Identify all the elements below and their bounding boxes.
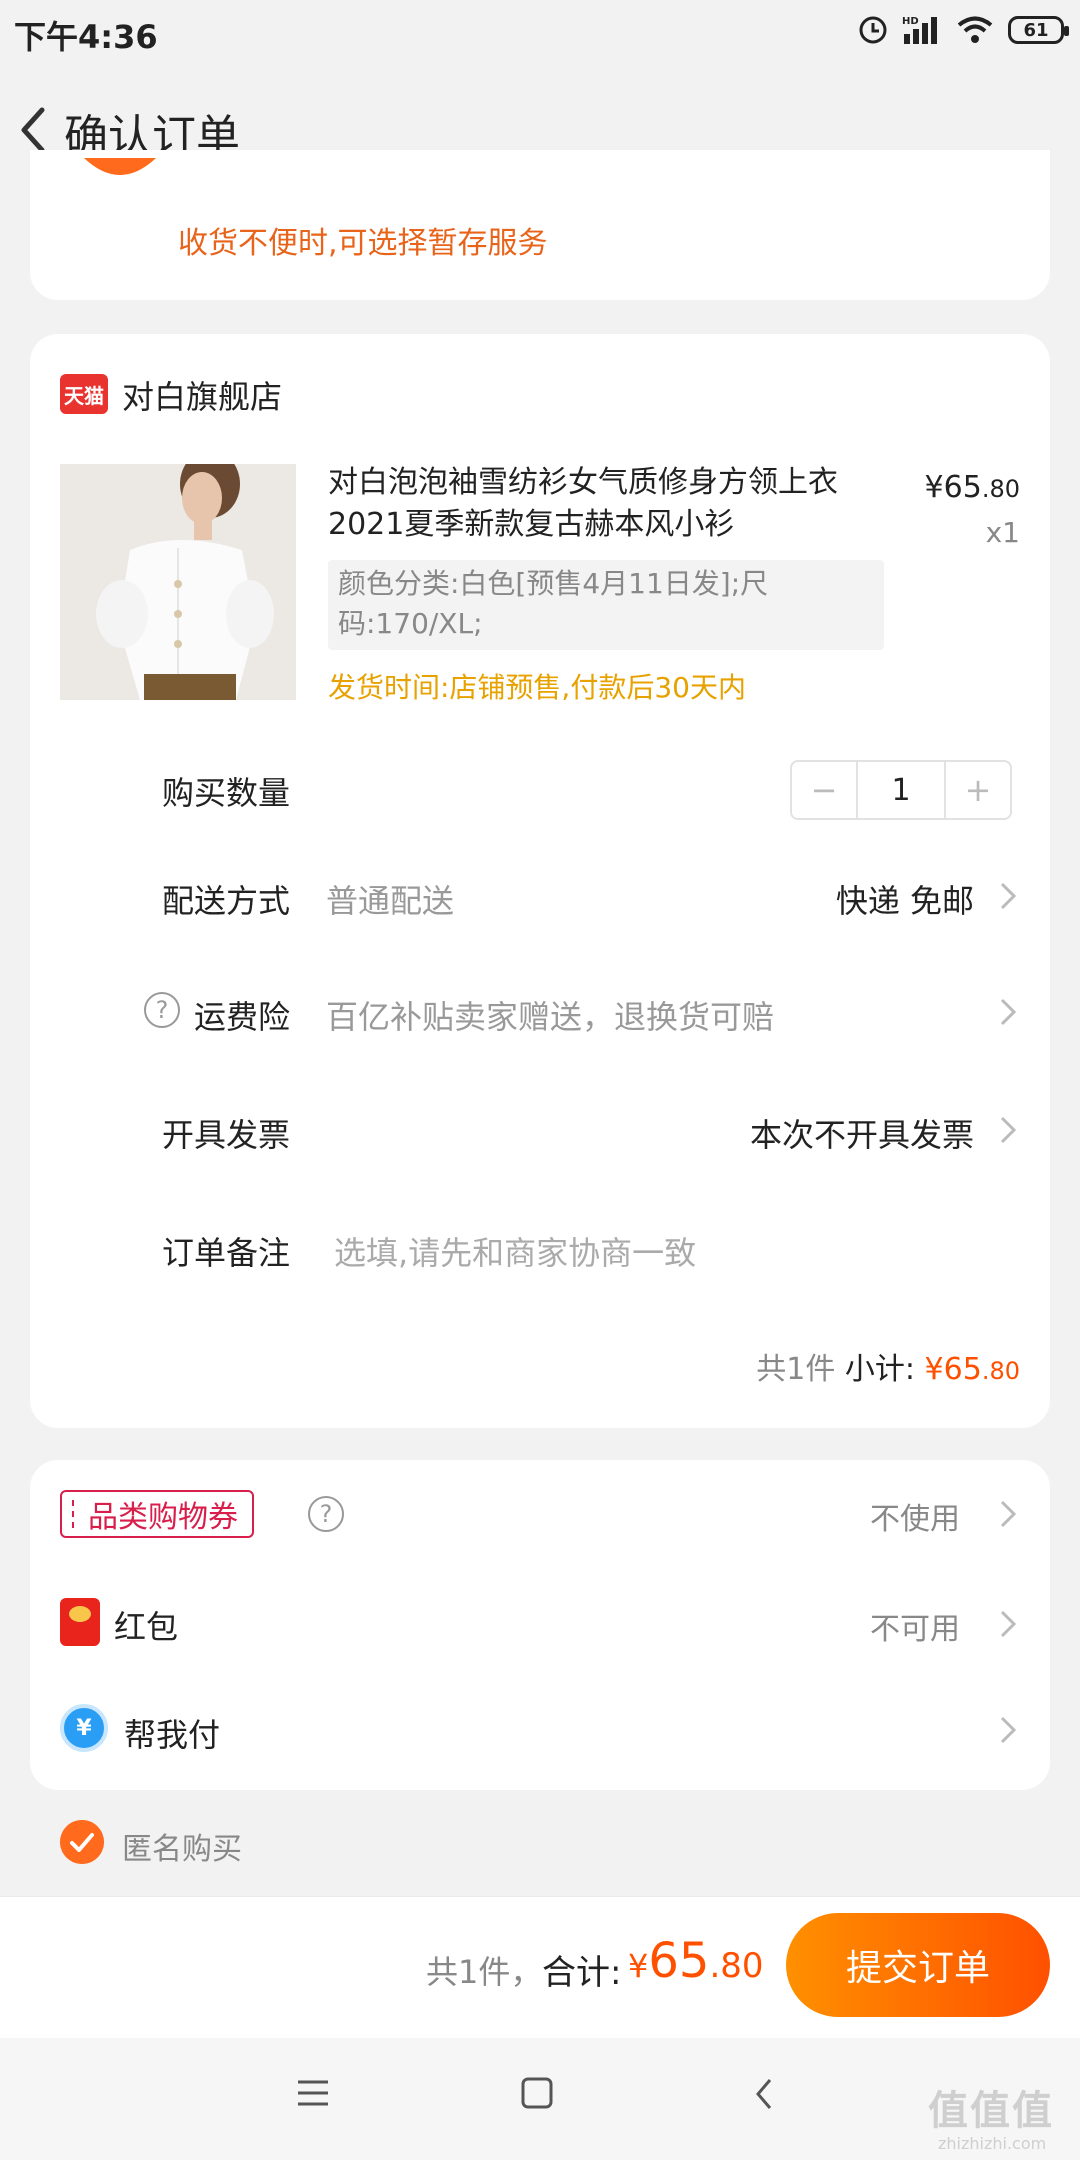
submit-order-button[interactable]: 提交订单	[786, 1913, 1050, 2017]
total-dec: .80	[709, 1946, 764, 1986]
status-time: 下午4:36	[14, 18, 158, 56]
delivery-type: 普通配送	[326, 882, 455, 920]
product-price: ¥65.80	[925, 470, 1020, 505]
insurance-row[interactable]: ? 运费险 百亿补贴卖家赠送，退换货可赔	[30, 972, 1050, 1052]
note-input[interactable]: 选填,请先和商家协商一致	[334, 1228, 696, 1274]
signal-icon: HD	[902, 16, 937, 44]
redpacket-row[interactable]: 红包 不可用	[30, 1572, 1050, 1672]
status-bar: 下午4:36 HD 61	[0, 0, 1080, 70]
subtotal: 共1件 小计: ¥65.80	[756, 1344, 1020, 1388]
subtotal-amount: ¥65.80	[925, 1352, 1020, 1387]
chevron-right-icon	[1000, 1716, 1017, 1744]
menu-icon[interactable]	[296, 2078, 330, 2108]
anonymous-checkbox[interactable]	[60, 1820, 104, 1864]
anonymous-label[interactable]: 匿名购买	[122, 1824, 242, 1868]
nav-back-icon[interactable]	[752, 2076, 776, 2112]
coupon-row[interactable]: 品类购物券 ? 不使用	[30, 1460, 1050, 1570]
watermark-domain: zhizhizhi.com	[938, 2134, 1047, 2153]
alarm-icon	[859, 16, 887, 44]
chevron-right-icon	[1000, 882, 1017, 910]
invoice-label: 开具发票	[162, 1116, 291, 1154]
help-icon[interactable]: ?	[308, 1496, 344, 1532]
total-int: 65	[648, 1933, 710, 1989]
battery-icon: 61	[1008, 16, 1069, 44]
product-image[interactable]	[60, 464, 296, 700]
delivery-row[interactable]: 配送方式 普通配送 快递 免邮	[30, 856, 1050, 936]
subtotal-count: 共1件	[756, 1352, 836, 1387]
price-currency: ¥	[924, 470, 944, 505]
red-packet-icon	[60, 1598, 100, 1646]
status-icons: HD 61	[858, 14, 1069, 46]
invoice-value: 本次不开具发票	[749, 1116, 974, 1154]
pay-for-me-icon: ¥	[60, 1704, 108, 1752]
product-sku[interactable]: 颜色分类:白色[预售4月11日发];尺码:170/XL;	[328, 560, 884, 650]
help-icon[interactable]: ?	[144, 992, 180, 1028]
price-dec: .80	[981, 475, 1020, 503]
invoice-row[interactable]: 开具发票 本次不开具发票	[30, 1090, 1050, 1170]
increase-button[interactable]: +	[946, 762, 1010, 818]
payfor-row[interactable]: ¥ 帮我付	[30, 1674, 1050, 1784]
coupon-value: 不使用	[870, 1502, 960, 1537]
redpacket-label: 红包	[114, 1608, 179, 1646]
svg-text:HD: HD	[902, 16, 919, 27]
product-title[interactable]: 对白泡泡袖雪纺衫女气质修身方领上衣2021夏季新款复古赫本风小衫	[328, 462, 868, 546]
total-currency: ¥	[628, 1947, 649, 1985]
chevron-right-icon	[1000, 998, 1017, 1026]
delivery-label: 配送方式	[162, 882, 291, 920]
checkout-bar: 共1件， 合计: ¥65.80 提交订单	[0, 1896, 1080, 2038]
coupon-tag: 品类购物券	[60, 1490, 254, 1538]
tmall-logo: 天猫	[60, 374, 108, 414]
chevron-right-icon	[1000, 1116, 1017, 1144]
ship-time: 发货时间:店铺预售,付款后30天内	[328, 671, 746, 704]
system-nav-bar: 值值值 zhizhizhi.com	[0, 2038, 1080, 2160]
benefits-card: 品类购物券 ? 不使用 红包 不可用 ¥ 帮我付	[30, 1460, 1050, 1790]
address-card[interactable]: 收货不便时,可选择暂存服务	[30, 150, 1050, 300]
payfor-label: 帮我付	[124, 1716, 221, 1754]
product-quantity: x1	[985, 516, 1020, 549]
battery-level: 61	[1023, 19, 1049, 41]
subtotal-currency: ¥	[924, 1352, 944, 1387]
chevron-right-icon	[1000, 1500, 1017, 1528]
product-photo	[60, 464, 296, 700]
watermark: 值值值	[928, 2088, 1054, 2134]
subtotal-dec: .80	[981, 1357, 1020, 1385]
subtotal-int: 65	[943, 1352, 982, 1387]
wifi-icon	[957, 16, 993, 43]
delivery-hint[interactable]: 收货不便时,可选择暂存服务	[178, 218, 548, 262]
delivery-value: 快递 免邮	[835, 882, 974, 920]
quantity-label: 购买数量	[162, 774, 291, 812]
store-name[interactable]: 对白旗舰店	[122, 372, 282, 418]
insurance-value: 百亿补贴卖家赠送，退换货可赔	[326, 998, 775, 1036]
redpacket-value: 不可用	[870, 1612, 960, 1647]
note-label: 订单备注	[162, 1234, 291, 1272]
chevron-right-icon	[1000, 1610, 1017, 1638]
home-icon[interactable]	[520, 2076, 554, 2110]
total-amount: ¥65.80	[628, 1933, 764, 1989]
insurance-label: 运费险	[194, 998, 291, 1036]
quantity-input[interactable]: 1	[856, 762, 946, 818]
subtotal-label: 小计:	[844, 1352, 915, 1387]
decrease-button[interactable]: −	[792, 762, 856, 818]
quantity-stepper: − 1 +	[790, 760, 1012, 820]
total-label: 合计:	[542, 1953, 622, 1993]
price-int: 65	[943, 470, 982, 505]
location-icon	[84, 158, 156, 175]
total-count: 共1件，	[426, 1953, 543, 1991]
order-card: 天猫 对白旗舰店 对白泡泡袖雪纺衫女气质修身方领上衣2021夏季新款复古赫本风小…	[30, 334, 1050, 1428]
